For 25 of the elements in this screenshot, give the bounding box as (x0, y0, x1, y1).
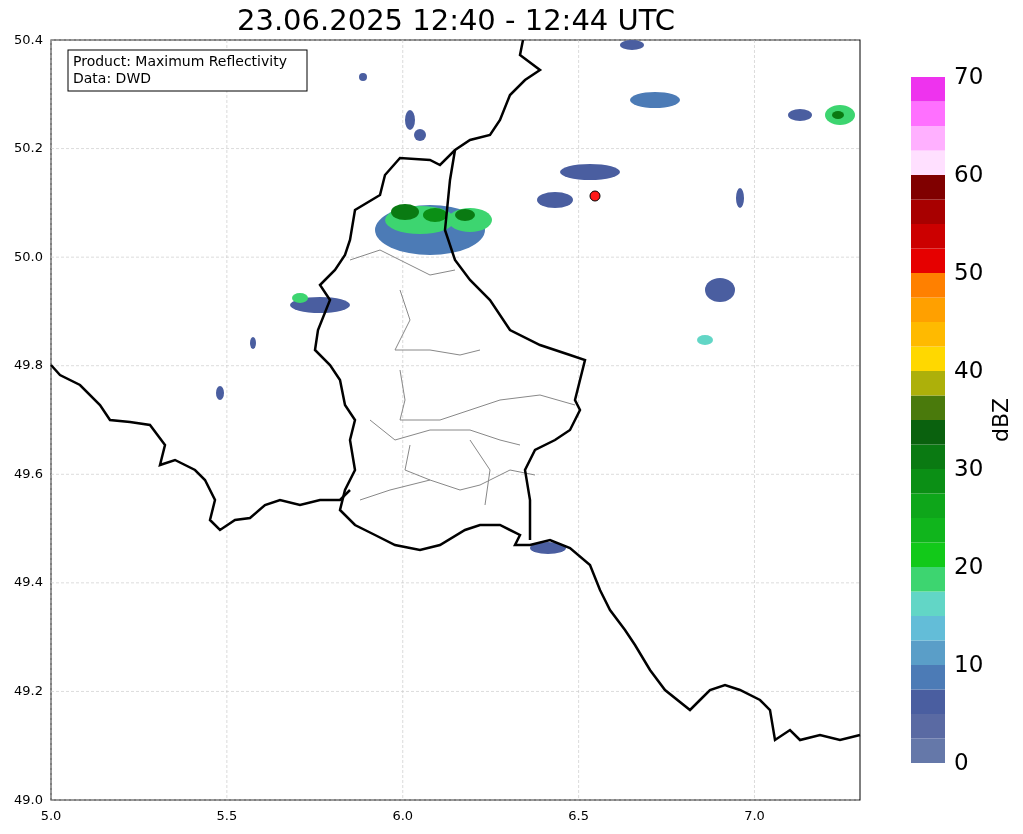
chart-title: 23.06.2025 12:40 - 12:44 UTC (237, 3, 675, 37)
legend-text: Data: DWD (73, 70, 151, 86)
axis-tick-label: 5.5 (216, 807, 238, 823)
axis-tick-label: 50.0 (14, 248, 43, 264)
axis-tick-label: 49.6 (14, 465, 43, 481)
colorbar-label: dBZ (988, 397, 1013, 443)
axis-tick-label: 49.8 (14, 357, 43, 373)
colorbar-tick-label: 20 (954, 552, 984, 579)
axis-tick-label: 49.2 (14, 682, 43, 698)
axis-tick-label: 6.0 (392, 807, 414, 823)
colorbar-tick-label: 60 (954, 160, 984, 187)
colorbar-tick-label: 10 (954, 650, 984, 677)
colorbar-tick-label: 0 (954, 748, 969, 775)
axis-tick-label: 49.0 (14, 791, 43, 807)
colorbar-tick-label: 30 (954, 454, 984, 481)
axis-tick-label: 50.2 (14, 140, 43, 156)
axis-tick-label: 7.0 (744, 807, 765, 823)
colorbar-tick-label: 70 (954, 62, 984, 89)
colorbar-tick-label: 40 (954, 356, 984, 383)
axis-tick-label: 5.0 (40, 807, 62, 823)
axis-tick-label: 49.4 (14, 574, 43, 590)
colorbar-tick-label: 50 (954, 258, 984, 285)
legend-text: Product: Maximum Reflectivity (73, 53, 287, 69)
axis-tick-label: 6.5 (568, 807, 589, 823)
axis-tick-label: 50.4 (14, 31, 43, 47)
